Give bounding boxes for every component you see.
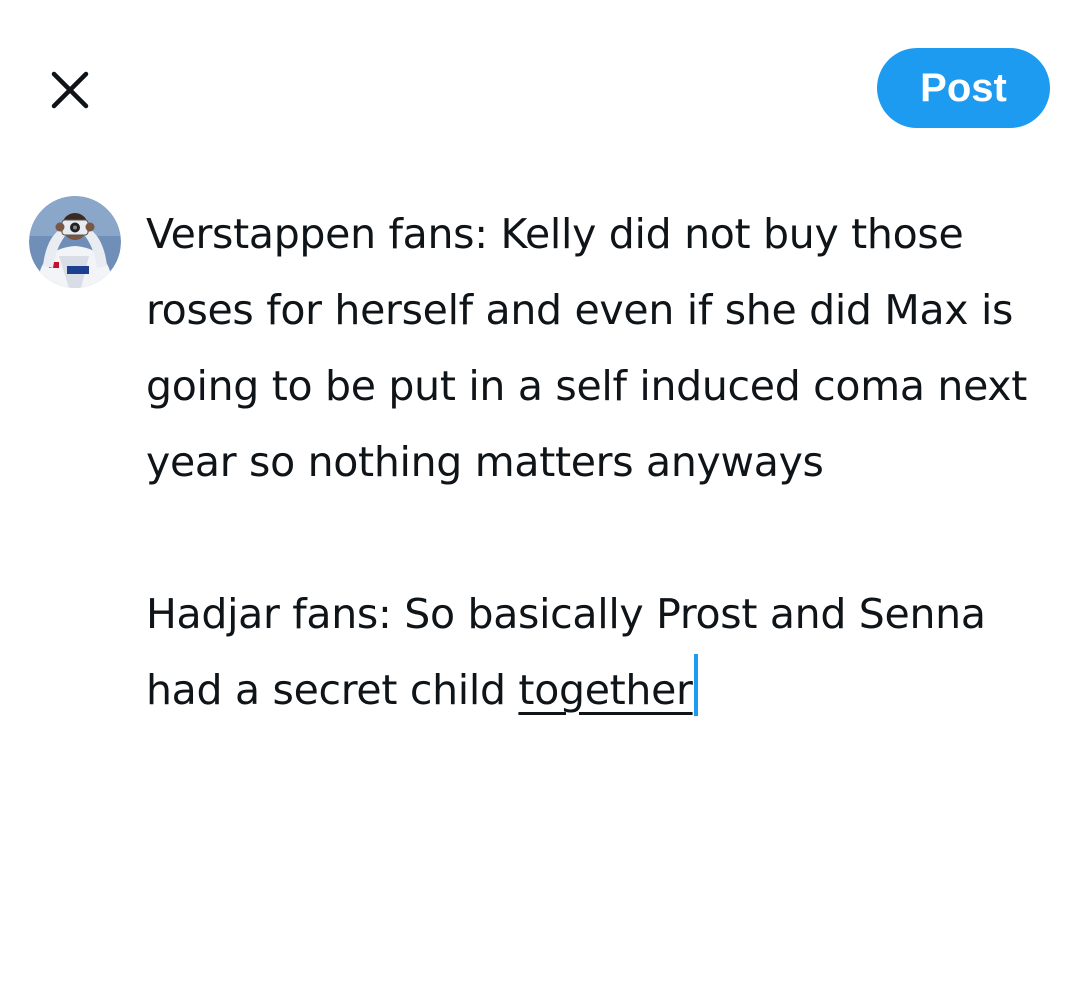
post-text-input[interactable]: Verstappen fans: Kelly did not buy those… — [146, 196, 1066, 728]
paragraph-2: Hadjar fans: So basically Prost and Senn… — [146, 576, 1066, 728]
paragraph-1: Verstappen fans: Kelly did not buy those… — [146, 210, 1040, 486]
spellcheck-underlined-word[interactable]: together — [518, 666, 692, 714]
text-caret — [693, 654, 698, 716]
avatar[interactable] — [29, 196, 121, 288]
close-button[interactable] — [44, 64, 96, 116]
close-icon — [51, 71, 89, 109]
post-button[interactable]: Post — [877, 48, 1050, 128]
user-avatar-icon — [29, 196, 121, 288]
